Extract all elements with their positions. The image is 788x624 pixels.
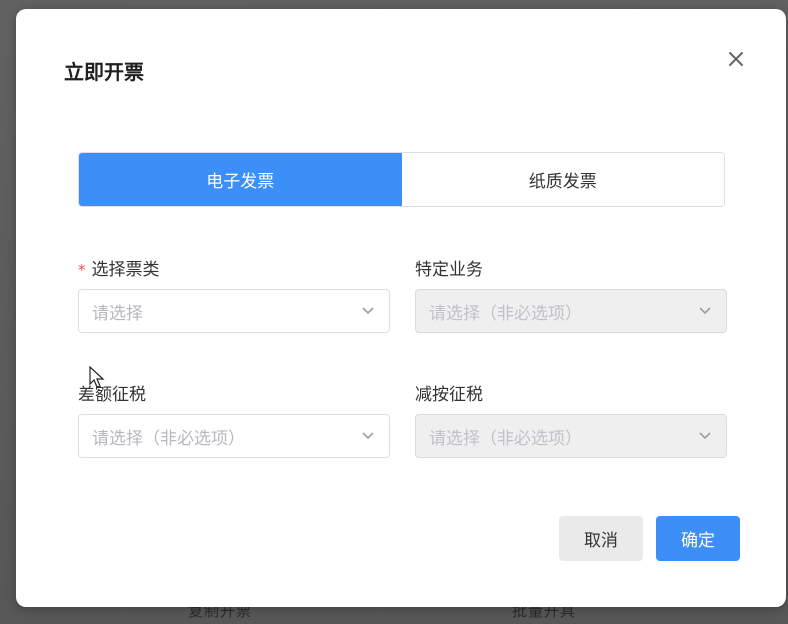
confirm-button[interactable]: 确定	[656, 516, 740, 561]
select-placeholder: 请选择（非必选项）	[429, 303, 582, 324]
cancel-button[interactable]: 取消	[559, 516, 643, 561]
differential-tax-label: 差额征税	[78, 385, 146, 405]
reduced-tax-label: 减按征税	[415, 385, 483, 405]
select-placeholder: 请选择（非必选项）	[429, 428, 582, 449]
chevron-down-icon	[361, 431, 375, 441]
differential-tax-select[interactable]: 请选择（非必选项）	[78, 414, 390, 458]
reduced-tax-select[interactable]: 请选择（非必选项）	[415, 414, 727, 458]
tab-electronic-invoice[interactable]: 电子发票	[79, 153, 402, 206]
close-icon[interactable]	[724, 47, 748, 71]
invoice-type-select[interactable]: 请选择	[78, 289, 390, 333]
issue-invoice-dialog: 立即开票 电子发票 纸质发票 * 选择票类 请选择 特定业务 请选择（非必选项） …	[16, 9, 786, 607]
chevron-down-icon	[698, 431, 712, 441]
invoice-type-label: * 选择票类	[78, 255, 160, 280]
select-placeholder: 请选择	[92, 303, 143, 324]
special-business-label: 特定业务	[415, 260, 483, 280]
required-mark: *	[78, 261, 86, 279]
dialog-title: 立即开票	[64, 60, 144, 84]
special-business-select[interactable]: 请选择（非必选项）	[415, 289, 727, 333]
tab-paper-invoice[interactable]: 纸质发票	[401, 153, 724, 206]
select-placeholder: 请选择（非必选项）	[92, 428, 245, 449]
invoice-type-tabs: 电子发票 纸质发票	[78, 152, 725, 207]
chevron-down-icon	[698, 306, 712, 316]
invoice-type-label-text: 选择票类	[91, 260, 160, 280]
chevron-down-icon	[361, 306, 375, 316]
